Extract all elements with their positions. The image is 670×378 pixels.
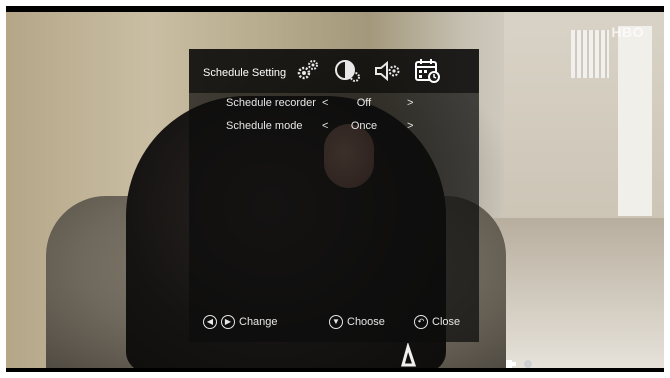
background-radiator (571, 30, 609, 78)
next-option-arrow[interactable]: > (407, 97, 413, 109)
back-button-icon: ↶ (414, 315, 428, 329)
right-arrow-button-icon: ▶ (221, 315, 235, 329)
hint-choose: ▼ Choose (329, 315, 385, 329)
settings-gears-icon[interactable] (293, 57, 321, 85)
hint-change-label: Change (239, 316, 278, 328)
down-arrow-button-icon: ▼ (329, 315, 343, 329)
display-settings-icon[interactable] (333, 57, 361, 85)
channel-logo: HBO (611, 24, 644, 40)
setting-row-schedule-mode[interactable]: Schedule mode < Once > (189, 120, 479, 136)
setting-value[interactable]: Off (339, 97, 389, 109)
left-arrow-button-icon: ◀ (203, 315, 217, 329)
previous-option-arrow[interactable]: < (322, 120, 328, 132)
schedule-calendar-icon[interactable] (413, 57, 441, 85)
hint-close-label: Close (432, 316, 461, 328)
schedule-settings-panel: Schedule Setting Schedule recorder < Off… (189, 49, 479, 342)
background-door (618, 26, 652, 216)
previous-option-arrow[interactable]: < (322, 97, 328, 109)
hint-change: ◀ ▶ Change (203, 315, 278, 329)
setting-label: Schedule recorder (226, 97, 316, 109)
letterbox-bottom (6, 368, 664, 372)
panel-header: Schedule Setting (189, 49, 479, 93)
next-option-arrow[interactable]: > (407, 120, 413, 132)
hint-close: ↶ Close (414, 315, 460, 329)
setting-label: Schedule mode (226, 120, 303, 132)
setting-value[interactable]: Once (339, 120, 389, 132)
setting-row-schedule-recorder[interactable]: Schedule recorder < Off > (189, 97, 479, 113)
panel-title: Schedule Setting (203, 67, 287, 79)
audio-settings-icon[interactable] (373, 57, 401, 85)
hint-choose-label: Choose (347, 316, 385, 328)
